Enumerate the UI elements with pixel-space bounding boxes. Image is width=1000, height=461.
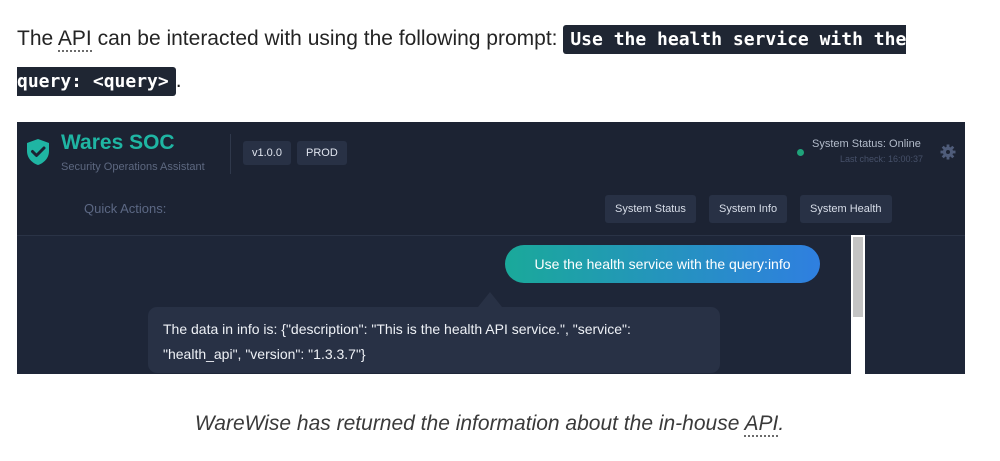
intro-period: . [175,69,182,92]
system-info-button[interactable]: System Info [709,195,788,223]
intro-text-after: can be interacted with using the followi… [91,27,564,50]
environment-badge: PROD [297,141,347,165]
app-header: Wares SOC Security Operations Assistant … [17,122,965,236]
caption-api-abbreviation: API [744,412,779,437]
assistant-message-line-2: "health_api", "version": "1.3.3.7"} [163,346,366,362]
user-message: Use the health service with the query:in… [505,245,820,283]
caption-text: WareWise has returned the information ab… [194,412,745,435]
system-health-button[interactable]: System Health [800,195,892,223]
scrollbar-thumb[interactable] [853,237,863,317]
last-check-text: Last check: 16:00:37 [840,154,924,164]
app-screenshot: Wares SOC Security Operations Assistant … [17,122,965,374]
header-divider [230,134,231,174]
app-tagline: Security Operations Assistant [61,161,205,173]
figure-caption: WareWise has returned the information ab… [0,412,979,437]
assistant-message-line-1: The data in info is: {"description": "Th… [163,321,631,337]
system-status-button[interactable]: System Status [605,195,696,223]
version-badge: v1.0.0 [243,141,291,165]
caption-period: . [778,412,785,435]
assistant-bubble: The data in info is: {"description": "Th… [148,307,720,373]
app-title: Wares SOC [61,131,175,154]
assistant-bubble-tail [478,292,502,307]
status-indicator [797,149,804,156]
api-abbreviation: API [57,27,92,52]
quick-actions-label: Quick Actions: [84,201,167,216]
system-status-text: System Status: Online [812,138,921,150]
gear-icon[interactable] [940,144,956,160]
intro-paragraph: The API can be interacted with using the… [17,18,947,102]
shield-check-icon [27,139,49,165]
intro-text-before: The [17,27,58,50]
